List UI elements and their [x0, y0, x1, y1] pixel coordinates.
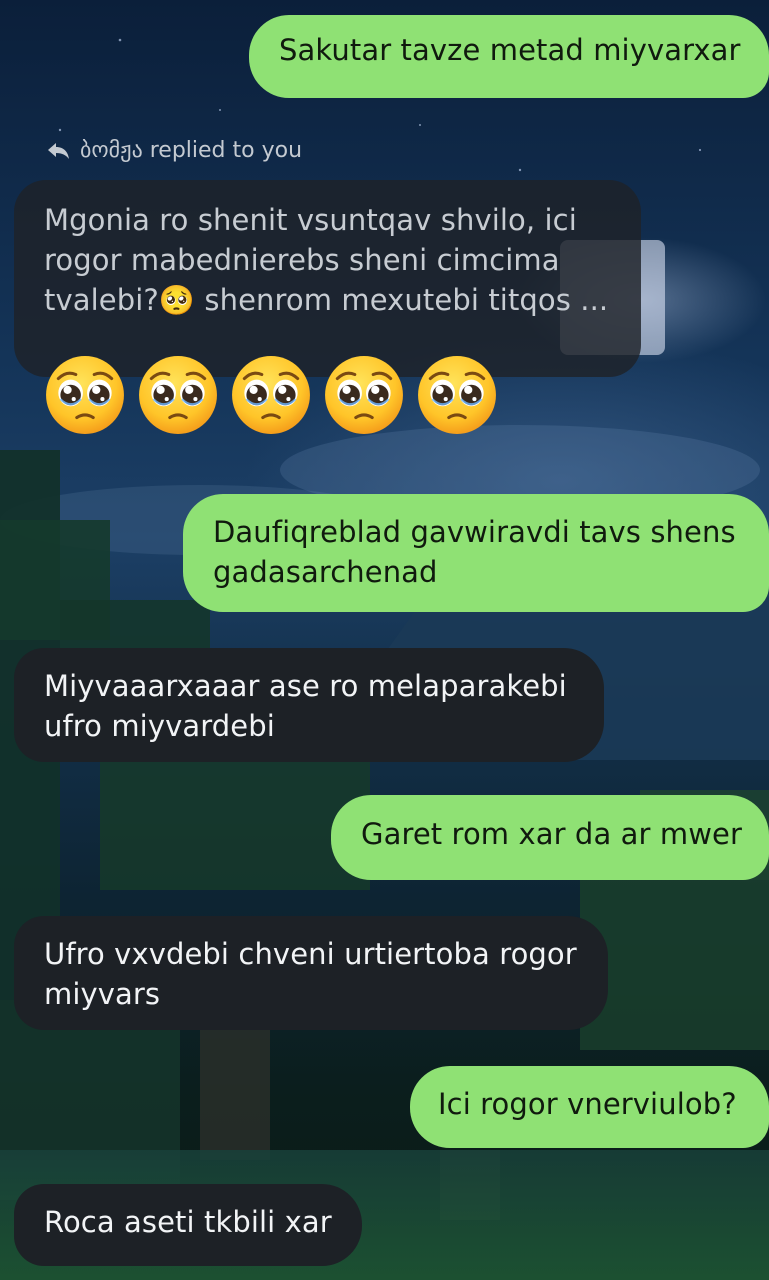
pleading-face-emoji	[44, 354, 126, 436]
message-outgoing[interactable]: Garet rom xar da ar mwer	[331, 795, 769, 880]
quoted-message-text: Mgonia ro shenit vsuntqav shvilo, ici ro…	[44, 203, 609, 317]
reply-arrow-icon	[48, 143, 69, 159]
message-incoming[interactable]: Roca aseti tkbili xar	[14, 1184, 362, 1266]
pleading-face-emoji	[416, 354, 498, 436]
message-incoming[interactable]: Miyvaaarxaaar ase ro melaparakebi ufro m…	[14, 648, 604, 762]
message-text: Daufiqreblad gavwiravdi tavs shens gadas…	[213, 515, 736, 589]
message-text: Garet rom xar da ar mwer	[361, 817, 742, 851]
message-outgoing[interactable]: Sakutar tavze metad miyvarxar	[249, 15, 769, 98]
pleading-face-emoji	[323, 354, 405, 436]
reply-header-text: ბომჟა replied to you	[80, 138, 303, 163]
message-outgoing[interactable]: Ici rogor vnerviulob?	[410, 1066, 769, 1148]
message-outgoing[interactable]: Daufiqreblad gavwiravdi tavs shens gadas…	[183, 494, 769, 612]
message-text: Sakutar tavze metad miyvarxar	[279, 33, 741, 67]
reply-header: ბომჟა replied to you	[46, 136, 302, 166]
message-text: Ufro vxvdebi chveni urtiertoba rogor miy…	[44, 937, 577, 1011]
message-text: Ici rogor vnerviulob?	[438, 1087, 737, 1121]
message-incoming[interactable]: Ufro vxvdebi chveni urtiertoba rogor miy…	[14, 916, 608, 1030]
message-text: Miyvaaarxaaar ase ro melaparakebi ufro m…	[44, 669, 567, 743]
pleading-face-emoji	[137, 354, 219, 436]
quoted-message[interactable]: Mgonia ro shenit vsuntqav shvilo, ici ro…	[14, 180, 641, 377]
pleading-face-emoji	[230, 354, 312, 436]
message-text: Roca aseti tkbili xar	[44, 1205, 332, 1239]
emoji-reply-message[interactable]: 🥺🥺🥺🥺🥺	[44, 354, 498, 436]
